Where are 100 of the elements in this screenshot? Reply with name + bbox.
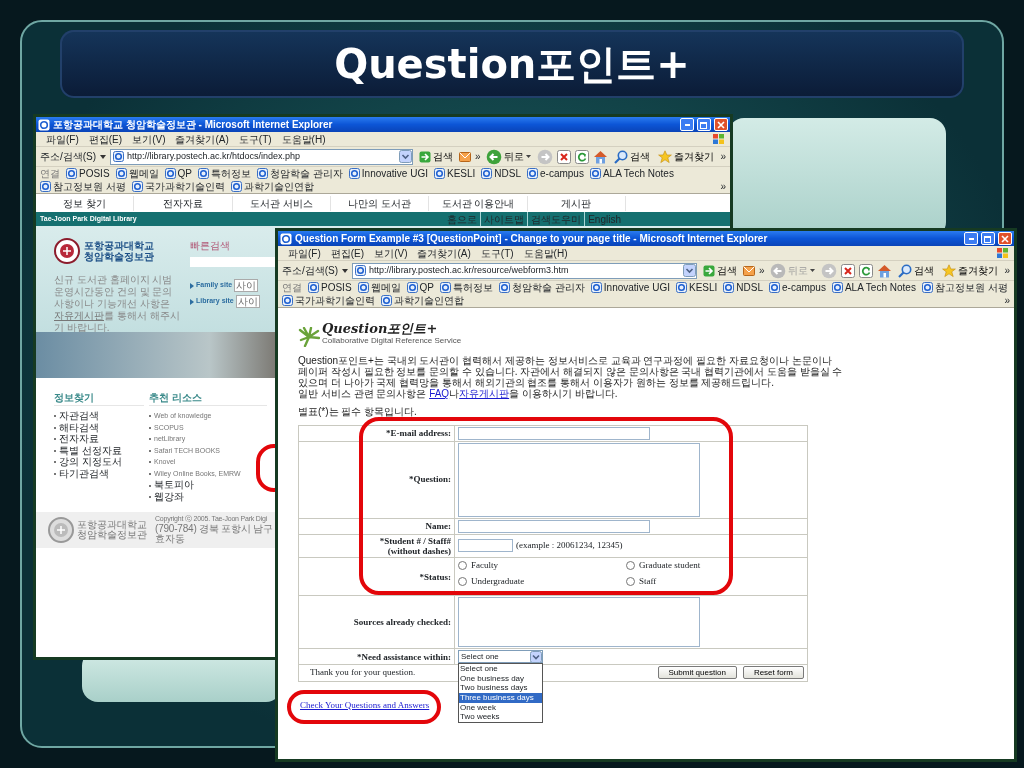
home-icon[interactable]: [877, 263, 893, 278]
favorite-link[interactable]: NDSL: [481, 167, 521, 180]
stop-icon[interactable]: [841, 263, 856, 278]
resource-link[interactable]: 웹강좌: [149, 490, 184, 503]
more-chevron[interactable]: »: [720, 180, 726, 193]
minimize-button[interactable]: [964, 232, 978, 245]
favorite-link[interactable]: e-campus: [769, 281, 826, 294]
site-select[interactable]: 사이: [234, 279, 259, 292]
nav-link[interactable]: 게시판: [527, 195, 626, 211]
favorite-link[interactable]: POSIS: [308, 281, 352, 294]
resource-link[interactable]: 북토피아: [149, 479, 194, 491]
favorite-link[interactable]: 과학기술인연합: [230, 180, 314, 193]
text-field[interactable]: [458, 426, 650, 440]
back-button[interactable]: 뒤로: [484, 148, 534, 165]
search-field[interactable]: [190, 257, 278, 267]
questions-link[interactable]: Check Your Questions and Answers: [300, 699, 430, 710]
more-chevron[interactable]: »: [720, 149, 726, 164]
favorite-link[interactable]: KESLI: [675, 281, 718, 294]
favorite-link[interactable]: Innovative UGI: [348, 167, 428, 180]
more-chevron[interactable]: »: [474, 149, 481, 164]
favorite-link[interactable]: 참고정보원 서평: [921, 281, 1008, 294]
menu-item[interactable]: 즐겨찾기(A): [175, 131, 229, 147]
menu-item[interactable]: 도움말(H): [523, 245, 568, 261]
favorite-link[interactable]: POSIS: [66, 167, 110, 180]
more-chevron[interactable]: »: [1004, 294, 1010, 307]
go-button[interactable]: 검색: [700, 263, 739, 278]
dropdown-field[interactable]: Select one: [458, 650, 543, 664]
resource-link[interactable]: 전자자료: [54, 433, 99, 445]
resource-link[interactable]: 타기관검색: [54, 467, 109, 479]
menu-item[interactable]: 도움말(H): [281, 131, 326, 147]
favorite-link[interactable]: NDSL: [723, 281, 763, 294]
dropdown-option[interactable]: Select one: [459, 664, 542, 674]
text-field[interactable]: [458, 539, 513, 553]
radio-button[interactable]: [626, 576, 635, 586]
resource-link[interactable]: 특별 선정자료: [54, 444, 122, 456]
favorite-link[interactable]: 국가과학기술인력: [131, 180, 225, 193]
favorite-link[interactable]: e-campus: [527, 167, 584, 180]
text-field[interactable]: [458, 519, 650, 533]
resource-link[interactable]: 강의 지정도서: [54, 456, 122, 468]
radio-button[interactable]: [458, 576, 467, 586]
refresh-icon[interactable]: [859, 263, 874, 278]
address-field[interactable]: http://library.postech.ac.kr/htdocs/index.php: [110, 148, 413, 165]
address-field[interactable]: http://library.postech.ac.kr/resource/webform3.htm: [352, 262, 697, 279]
home-icon[interactable]: [593, 149, 609, 164]
menu-item[interactable]: 편집(E): [88, 131, 123, 147]
favorite-link[interactable]: 국가과학기술인력: [282, 294, 375, 307]
minimize-button[interactable]: [680, 118, 694, 131]
favorite-link[interactable]: ALA Tech Notes: [589, 167, 674, 180]
menu-item[interactable]: 편집(E): [330, 245, 365, 261]
favorite-link[interactable]: ALA Tech Notes: [831, 281, 916, 294]
favorite-link[interactable]: KESLI: [433, 167, 476, 180]
favorite-link[interactable]: 특허정보: [198, 167, 252, 180]
search-button[interactable]: 검색: [896, 263, 937, 278]
radio-button[interactable]: [626, 561, 635, 571]
more-chevron[interactable]: »: [1004, 263, 1010, 278]
favorite-link[interactable]: 웹메일: [357, 281, 401, 294]
close-button[interactable]: [998, 232, 1012, 245]
favorites-button[interactable]: 즐겨찾기: [940, 263, 1001, 278]
favorite-link[interactable]: QP: [164, 167, 193, 180]
favorite-link[interactable]: 청암학술 관리자: [499, 281, 585, 294]
nav-link[interactable]: 도서관 서비스: [232, 195, 331, 211]
menu-item[interactable]: 보기(V): [132, 131, 166, 147]
text-area[interactable]: [458, 442, 700, 517]
maximize-button[interactable]: [981, 232, 995, 245]
dropdown-option[interactable]: Two business days: [459, 683, 542, 693]
nav-link[interactable]: 전자자료: [134, 195, 233, 211]
favorite-link[interactable]: QP: [406, 281, 435, 294]
nav-link[interactable]: 나만의 도서관: [331, 195, 430, 211]
refresh-icon[interactable]: [575, 149, 590, 164]
nav-link[interactable]: 정보 찾기: [36, 195, 135, 211]
radio-button[interactable]: [458, 561, 467, 571]
favorites-button[interactable]: 즐겨찾기: [656, 149, 717, 164]
form-button[interactable]: Submit question: [657, 666, 737, 680]
dropdown-option[interactable]: Three business days: [459, 692, 542, 703]
menu-item[interactable]: 파일(F): [288, 245, 321, 261]
favorite-link[interactable]: 웹메일: [115, 167, 159, 180]
menu-item[interactable]: 보기(V): [374, 245, 408, 261]
dropdown-option[interactable]: Two weeks: [459, 712, 542, 722]
dropdown-option[interactable]: One week: [459, 702, 542, 713]
maximize-button[interactable]: [697, 118, 711, 131]
menu-item[interactable]: 도구(T): [238, 131, 272, 147]
resource-link[interactable]: 자관검색: [54, 410, 99, 422]
favorite-link[interactable]: Innovative UGI: [590, 281, 670, 294]
form-button[interactable]: Reset form: [742, 666, 804, 680]
mail-icon[interactable]: [742, 264, 755, 277]
close-button[interactable]: [714, 118, 728, 131]
go-button[interactable]: 검색: [416, 149, 455, 164]
help-link[interactable]: FAQ: [429, 388, 450, 399]
menu-item[interactable]: 파일(F): [46, 131, 79, 147]
nav-link[interactable]: 도서관 이용안내: [429, 195, 528, 211]
text-area[interactable]: [458, 597, 700, 648]
favorite-link[interactable]: 참고정보원 서평: [40, 180, 126, 193]
help-link[interactable]: 자유게시판: [459, 388, 510, 399]
more-chevron[interactable]: »: [758, 263, 765, 278]
stop-icon[interactable]: [557, 149, 572, 164]
search-button[interactable]: 검색: [612, 149, 653, 164]
menu-item[interactable]: 즐겨찾기(A): [417, 245, 471, 261]
mail-icon[interactable]: [458, 150, 471, 163]
favorite-link[interactable]: 특허정보: [440, 281, 494, 294]
favorite-link[interactable]: 과학기술인연합: [381, 294, 464, 307]
